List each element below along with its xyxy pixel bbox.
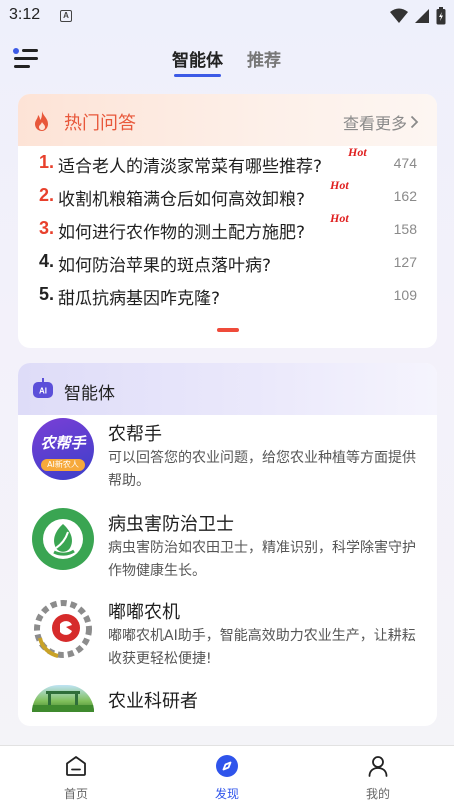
- qa-rank: 2.: [39, 185, 55, 205]
- hot-badge: Hot: [348, 145, 367, 159]
- nav-profile[interactable]: 我的: [338, 754, 418, 802]
- hot-badge: Hot: [330, 178, 349, 192]
- robot-icon: AI: [33, 378, 53, 398]
- compass-icon: [216, 755, 238, 777]
- home-icon: [66, 756, 86, 776]
- agent-item[interactable]: 嘟嘟农机 嘟嘟农机AI助手，智能高效助力农业生产，让耕耘收获更轻松便捷!: [18, 596, 437, 676]
- fire-icon: [35, 111, 48, 131]
- status-time: 3:12: [9, 6, 41, 23]
- qa-question: 如何防治苹果的斑点落叶病?: [58, 256, 272, 276]
- qa-item[interactable]: 3. 如何进行农作物的测土配方施肥? Hot 158: [18, 211, 437, 247]
- qa-rank: 1.: [39, 152, 55, 172]
- greenhouse-icon: [32, 691, 94, 712]
- agent-desc: 病虫害防治如农田卫士，精准识别，科学除害守护作物健康生长。: [108, 540, 416, 579]
- carousel-indicator: [217, 328, 239, 332]
- avatar-sub-text: AI新农人: [41, 459, 85, 471]
- nav-discover[interactable]: 发现: [187, 754, 267, 802]
- qa-question: 收割机粮箱满仓后如何高效卸粮?: [58, 190, 306, 210]
- top-tabs: 智能体 推荐: [172, 46, 281, 77]
- qa-count: 158: [393, 221, 417, 237]
- battery-icon: [436, 7, 446, 25]
- agent-name: 农业科研者: [108, 691, 198, 712]
- agent-desc: 可以回答您的农业问题，给您农业种植等方面提供帮助。: [108, 450, 416, 489]
- agent-avatar: 农帮手 AI新农人: [32, 418, 94, 480]
- tab-agents[interactable]: 智能体: [172, 46, 223, 77]
- agents-card: AI 智能体 农帮手 AI新农人 农帮手 可以回答您的农业问题，给您农业种植等方…: [18, 363, 437, 726]
- agent-avatar: [32, 685, 94, 712]
- wifi-icon: [390, 8, 408, 23]
- agent-name: 农帮手: [108, 424, 162, 445]
- hot-qa-title: 热门问答: [64, 113, 136, 134]
- agent-item[interactable]: 病虫害防治卫士 病虫害防治如农田卫士，精准识别，科学除害守护作物健康生长。: [18, 508, 437, 588]
- tractor-gear-logo-icon: [34, 600, 92, 658]
- nav-home[interactable]: 首页: [36, 754, 116, 802]
- agent-desc: 嘟嘟农机AI助手，智能高效助力农业生产，让耕耘收获更轻松便捷!: [108, 628, 416, 667]
- chevron-right-icon: [410, 115, 419, 129]
- bottom-nav: 首页 发现 我的: [0, 745, 454, 808]
- hot-qa-header: 热门问答 查看更多: [18, 94, 437, 146]
- nav-home-label: 首页: [63, 787, 88, 801]
- agent-item[interactable]: 农帮手 AI新农人 农帮手 可以回答您的农业问题，给您农业种植等方面提供帮助。: [18, 418, 437, 498]
- svg-text:AI: AI: [39, 387, 47, 396]
- qa-item[interactable]: 4. 如何防治苹果的斑点落叶病? 127: [18, 247, 437, 280]
- qa-count: 109: [393, 287, 417, 303]
- notification-a-icon: A: [60, 10, 72, 22]
- qa-rank: 4.: [39, 251, 55, 271]
- agent-name: 病虫害防治卫士: [108, 514, 234, 535]
- agents-title: 智能体: [64, 384, 115, 404]
- see-more-label: 查看更多: [342, 114, 407, 133]
- signal-icon: [415, 9, 429, 23]
- hot-qa-list: 1. 适合老人的清淡家常菜有哪些推荐? Hot 474 2. 收割机粮箱满仓后如…: [18, 145, 437, 313]
- nav-profile-label: 我的: [365, 787, 390, 801]
- agent-item[interactable]: 农业科研者: [18, 685, 437, 726]
- status-bar: 3:12 A: [0, 0, 454, 34]
- agent-name: 嘟嘟农机: [108, 602, 180, 623]
- qa-item[interactable]: 2. 收割机粮箱满仓后如何高效卸粮? Hot 162: [18, 178, 437, 214]
- qa-question: 如何进行农作物的测土配方施肥?: [58, 223, 306, 243]
- qa-rank: 5.: [39, 284, 55, 304]
- qa-count: 474: [393, 155, 417, 171]
- qa-item[interactable]: 1. 适合老人的清淡家常菜有哪些推荐? Hot 474: [18, 145, 437, 181]
- top-header: 智能体 推荐: [0, 40, 454, 80]
- agent-avatar: [32, 508, 94, 570]
- qa-question: 甜瓜抗病基因咋克隆?: [58, 289, 221, 309]
- tab-recommend[interactable]: 推荐: [247, 46, 281, 77]
- qa-item[interactable]: 5. 甜瓜抗病基因咋克隆? 109: [18, 280, 437, 313]
- qa-rank: 3.: [39, 218, 55, 238]
- qa-count: 162: [393, 188, 417, 204]
- qa-question: 适合老人的清淡家常菜有哪些推荐?: [58, 157, 323, 177]
- agent-avatar: [32, 598, 94, 660]
- hot-badge: Hot: [330, 211, 349, 225]
- person-icon: [368, 756, 388, 777]
- status-icons: [390, 7, 446, 25]
- hot-qa-card: 热门问答 查看更多 1. 适合老人的清淡家常菜有哪些推荐? Hot 474 2.…: [18, 94, 437, 348]
- agents-header: AI 智能体: [18, 363, 437, 415]
- menu-icon[interactable]: [12, 46, 40, 72]
- leaf-shield-icon: [43, 519, 83, 559]
- nav-discover-label: 发现: [214, 787, 239, 801]
- qa-count: 127: [393, 254, 417, 270]
- see-more-link[interactable]: 查看更多: [343, 110, 419, 134]
- avatar-logo-text: 农帮手: [40, 434, 86, 452]
